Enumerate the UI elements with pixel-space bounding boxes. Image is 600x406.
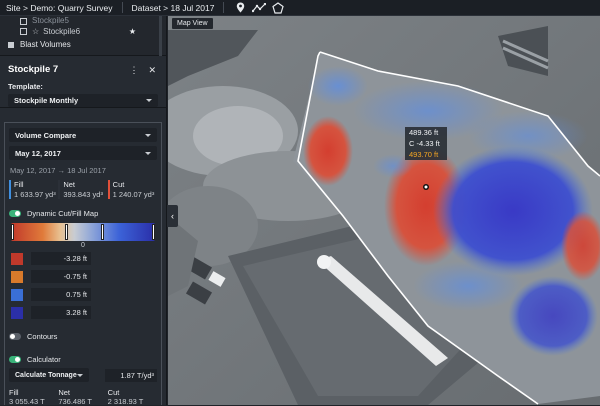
checkbox-icon[interactable] <box>20 18 27 25</box>
layer-label: Blast Volumes <box>20 40 71 49</box>
legend-value-input[interactable]: 3.28 ft <box>31 306 91 319</box>
legend-row: 0.75 ft <box>9 287 157 302</box>
date-range: May 12, 2017 → 18 Jul 2017 <box>10 166 106 175</box>
net-label: Net <box>63 180 75 189</box>
template-select[interactable]: Stockpile Monthly <box>8 94 158 107</box>
calculator-label: Calculator <box>27 354 61 364</box>
stockpile-panel-header: Stockpile 7 ⋮ ✕ Template: Stockpile Mont… <box>0 56 166 108</box>
tooltip-elevation-before: 489.36 ft <box>409 128 439 137</box>
measure-line-icon[interactable] <box>252 1 267 15</box>
legend-swatch[interactable] <box>11 288 23 301</box>
divider <box>223 2 225 13</box>
compare-mode-value: Volume Compare <box>15 130 77 140</box>
layer-label: Stockpile5 <box>32 16 69 25</box>
map-imagery[interactable] <box>168 16 600 405</box>
close-icon[interactable]: ✕ <box>148 65 156 76</box>
map-view-label: Map View <box>172 18 213 29</box>
layer-item[interactable]: Stockpile5 <box>0 16 166 25</box>
net-value: 393.843 yd³ <box>63 190 103 199</box>
net-label: Net <box>58 388 70 397</box>
tonnage-stats: Fill 3 055.43 T Net 736.486 T Cut 2 318.… <box>9 388 157 406</box>
top-bar: Site > Demo: Quarry Survey Dataset > 18 … <box>0 0 600 16</box>
fill-tonnage: Fill 3 055.43 T <box>9 388 58 406</box>
divider <box>121 2 123 13</box>
cut-value: 1 240.07 yd³ <box>112 190 155 199</box>
legend-row: -0.75 ft <box>9 269 157 284</box>
calculator-toggle[interactable] <box>9 355 21 363</box>
template-value: Stockpile Monthly <box>14 96 79 105</box>
chevron-down-icon <box>77 373 83 377</box>
fill-stat: Fill 1 633.97 yd³ <box>9 180 58 199</box>
map-pin-icon[interactable] <box>233 1 247 15</box>
scrollbar[interactable] <box>159 16 162 56</box>
chevron-down-icon <box>145 151 151 155</box>
density-input[interactable]: 1.87 T/yd³ <box>105 368 157 382</box>
sidebar: Stockpile5 ☆ Stockpile6 ★ Blast Volumes … <box>0 16 167 406</box>
compare-date-select[interactable]: May 12, 2017 <box>9 146 157 160</box>
ramp-handle[interactable] <box>152 224 155 240</box>
legend-value-input[interactable]: 0.75 ft <box>31 288 91 301</box>
legend-swatch[interactable] <box>11 306 23 319</box>
fill-label: Fill <box>9 388 19 397</box>
contours-toggle-row: Contours <box>9 330 157 342</box>
template-label: Template: <box>8 82 43 91</box>
layer-label: Stockpile6 <box>43 27 81 36</box>
contours-toggle[interactable] <box>9 332 21 340</box>
fill-label: Fill <box>14 180 24 189</box>
layers-list: Stockpile5 ☆ Stockpile6 ★ Blast Volumes <box>0 16 166 56</box>
layer-item[interactable]: Blast Volumes <box>0 38 166 51</box>
layer-group-icon <box>8 41 14 48</box>
map-view[interactable]: Map View 489.36 ft C -4.33 ft 493.70 ft <box>168 16 600 405</box>
tooltip-cut-delta: C -4.33 ft <box>409 139 440 148</box>
cut-tonnage: Cut 2 318.93 T <box>108 388 157 406</box>
star-outline-icon[interactable]: ☆ <box>32 27 39 36</box>
legend-swatch[interactable] <box>11 270 23 283</box>
ramp-handle[interactable] <box>11 224 14 240</box>
volume-compare-card: Volume Compare May 12, 2017 May 12, 2017… <box>4 122 162 406</box>
net-stat: Net 393.843 yd³ <box>58 180 107 199</box>
legend-row: 3.28 ft <box>9 305 157 320</box>
collapse-sidebar-button[interactable]: ‹ <box>167 205 178 227</box>
cutfill-map-toggle[interactable] <box>9 209 21 217</box>
chevron-down-icon <box>146 99 152 102</box>
site-breadcrumb[interactable]: Site > Demo: Quarry Survey <box>6 3 113 13</box>
legend-value-input[interactable]: -0.75 ft <box>31 270 91 283</box>
checkbox-icon[interactable] <box>20 28 27 35</box>
legend-row: -3.28 ft <box>9 251 157 266</box>
fill-value: 1 633.97 yd³ <box>14 190 56 199</box>
net-tonnage: Net 736.486 T <box>58 388 107 406</box>
cut-stat: Cut 1 240.07 yd³ <box>107 180 157 199</box>
ramp-handle[interactable] <box>101 224 104 240</box>
layer-item[interactable]: ☆ Stockpile6 ★ <box>0 25 166 38</box>
tooltip-elevation-after: 493.70 ft <box>409 150 439 159</box>
legend-value-input[interactable]: -3.28 ft <box>31 252 91 265</box>
polygon-icon[interactable] <box>271 1 285 15</box>
cut-label: Cut <box>107 388 120 397</box>
star-icon[interactable]: ★ <box>129 27 136 36</box>
elevation-tooltip: 489.36 ft C -4.33 ft 493.70 ft <box>405 127 447 160</box>
chevron-down-icon <box>145 133 151 137</box>
volume-stats: Fill 1 633.97 yd³ Net 393.843 yd³ Cut 1 … <box>9 180 157 199</box>
more-options-icon[interactable]: ⋮ <box>129 65 138 76</box>
contours-label: Contours <box>27 331 58 341</box>
cutfill-map-label: Dynamic Cut/Fill Map <box>27 208 99 218</box>
dataset-breadcrumb[interactable]: Dataset > 18 Jul 2017 <box>132 3 215 13</box>
compare-date-value: May 12, 2017 <box>15 148 61 158</box>
ramp-zero-label: 0 <box>81 242 85 249</box>
ramp-handle[interactable] <box>65 224 68 240</box>
calc-mode-value: Calculate Tonnage <box>15 371 77 379</box>
legend-swatch[interactable] <box>11 252 23 265</box>
cutfill-map-toggle-row: Dynamic Cut/Fill Map <box>9 207 157 219</box>
calc-mode-select[interactable]: Calculate Tonnage <box>9 368 89 382</box>
cut-label: Cut <box>112 180 125 189</box>
compare-mode-select[interactable]: Volume Compare <box>9 128 157 142</box>
calculator-toggle-row: Calculator <box>9 353 157 365</box>
color-ramp <box>11 223 155 241</box>
calculator-row: Calculate Tonnage 1.87 T/yd³ <box>9 368 157 382</box>
